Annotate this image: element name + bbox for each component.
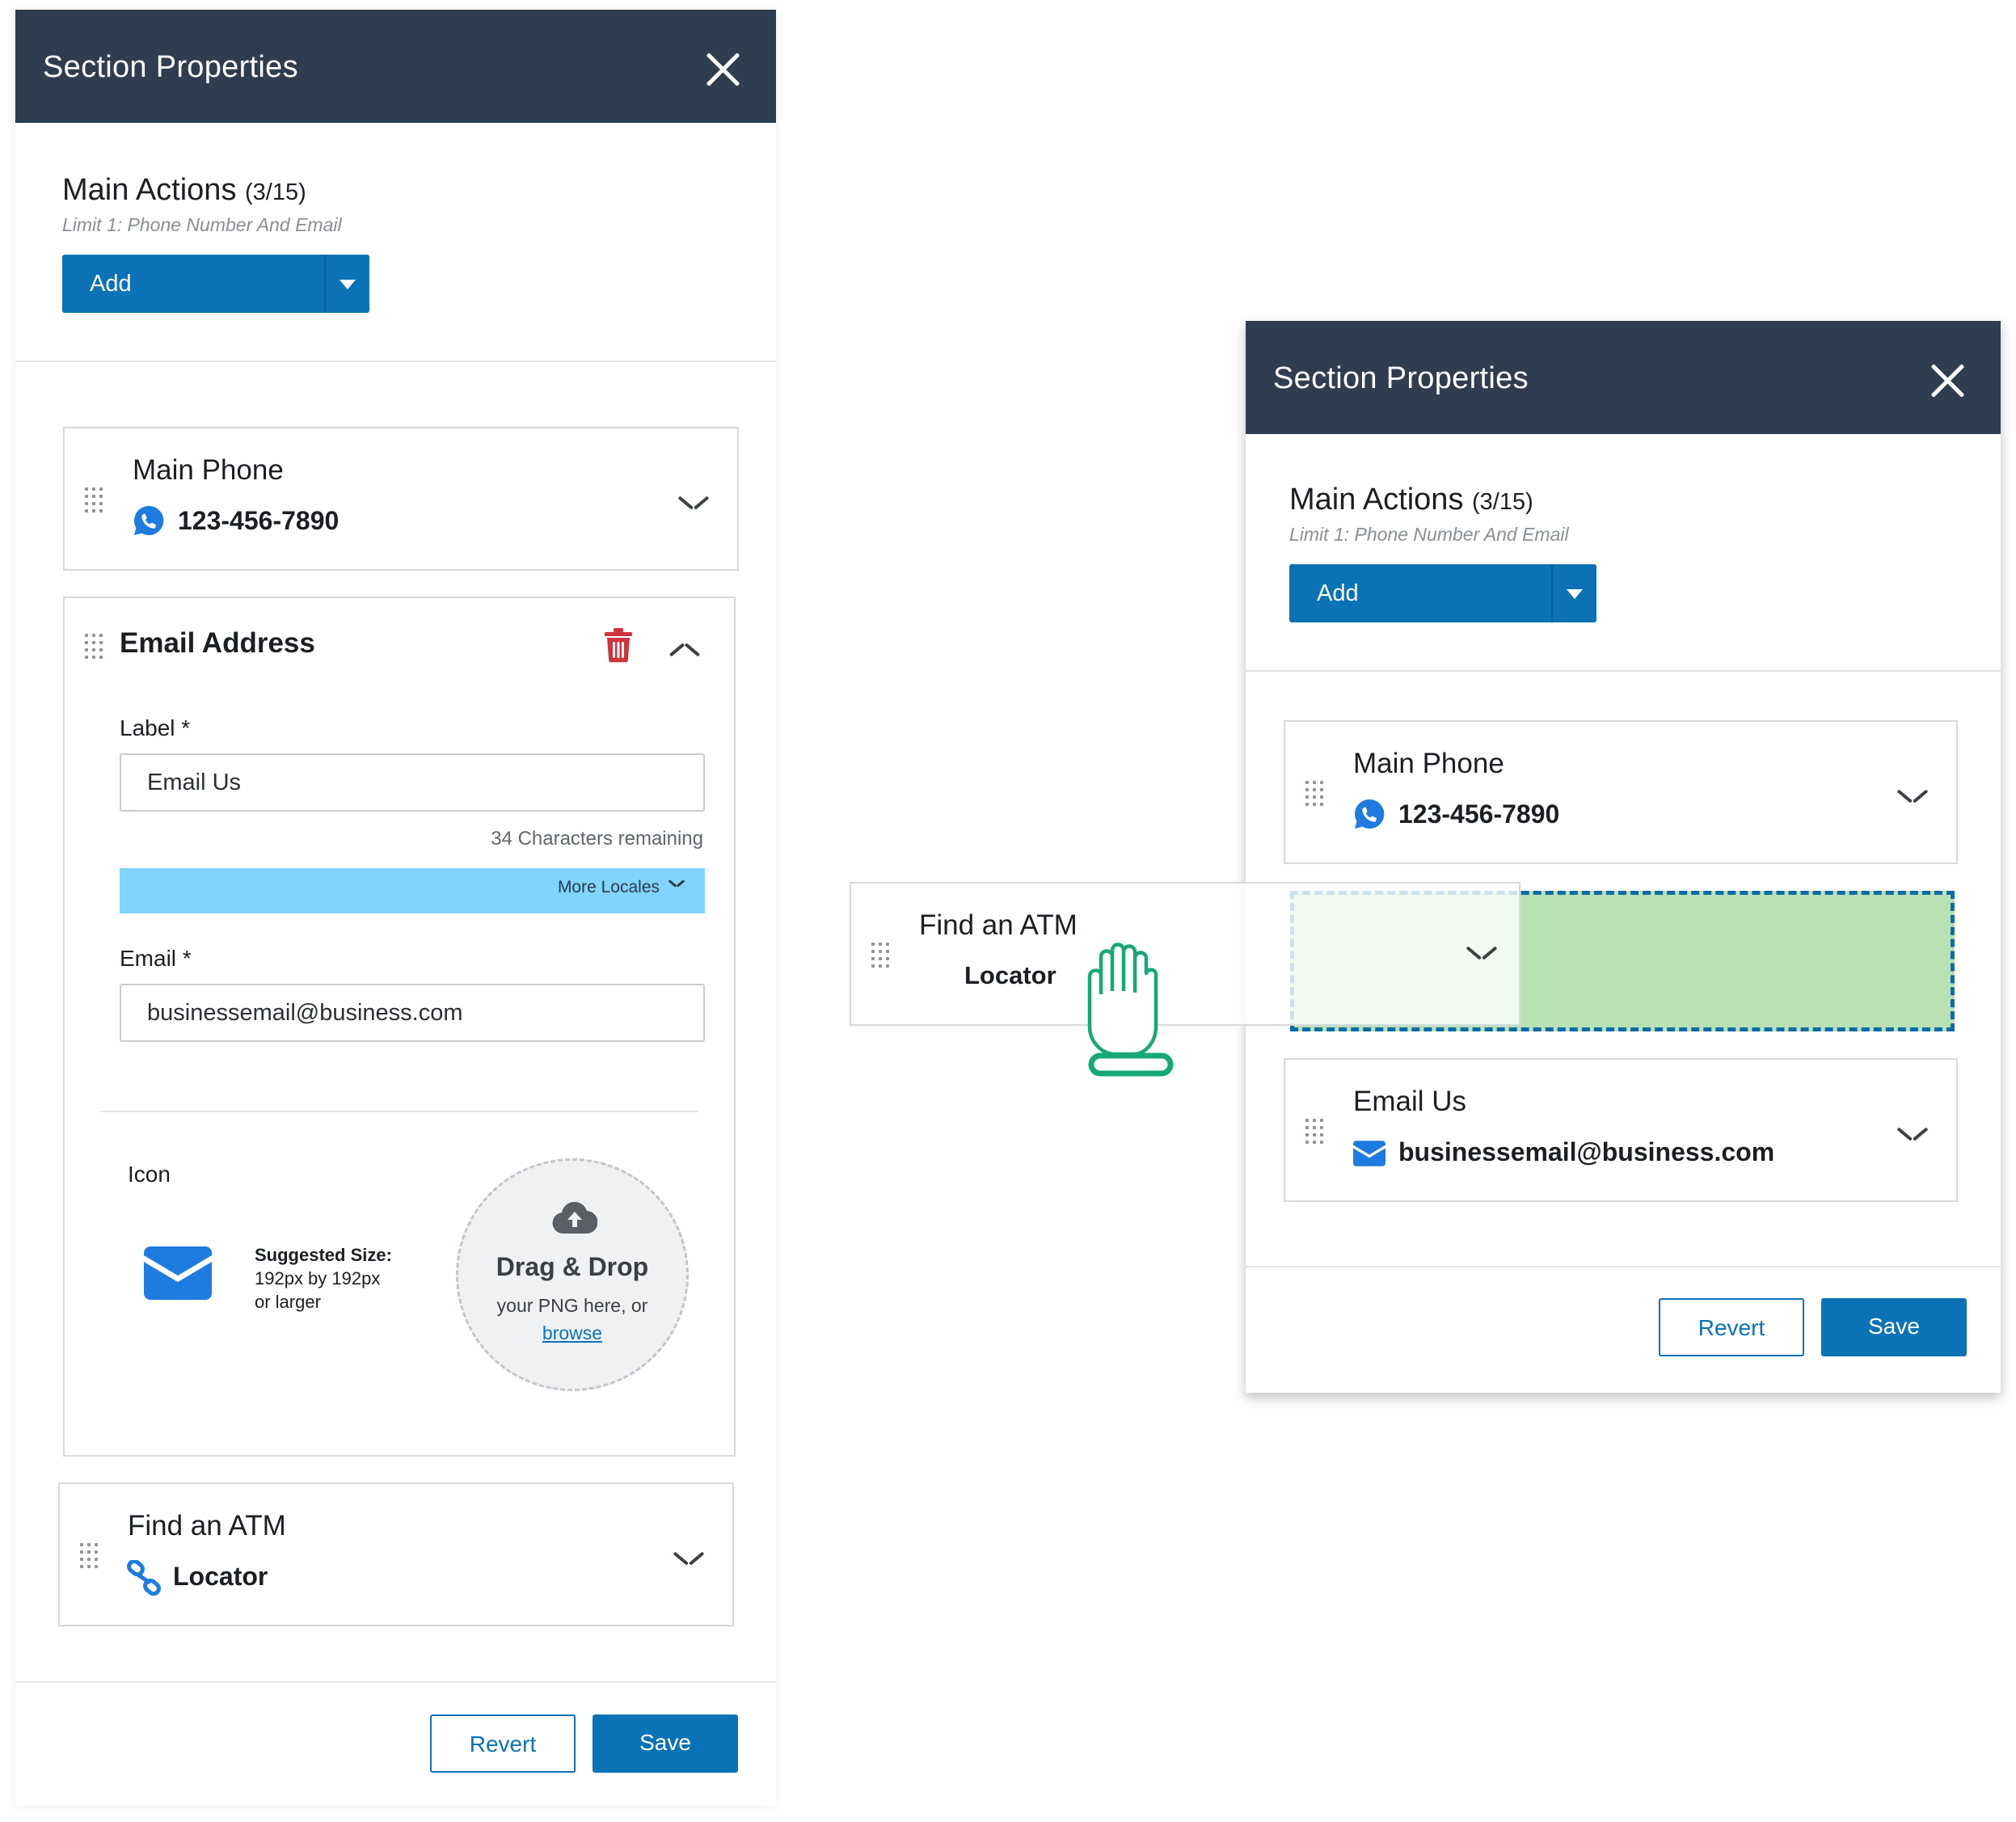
chevron-down-icon[interactable] [1898, 1126, 1927, 1144]
section-properties-panel-right: Section Properties Main Actions (3/15) L… [1246, 321, 2001, 1393]
footer-divider [15, 1681, 776, 1683]
whatsapp-phone-icon [133, 505, 164, 535]
caret-down-icon[interactable] [1567, 589, 1583, 599]
dragged-card[interactable]: Find an ATM Locator [850, 882, 1520, 1026]
main-actions-subtitle: Limit 1: Phone Number And Email [1289, 524, 1569, 545]
envelope-icon [1353, 1141, 1385, 1166]
panel-title: Section Properties [1273, 361, 1529, 395]
split-divider [1551, 564, 1553, 622]
label-field-label: Label * [120, 715, 191, 740]
drag-handle-icon[interactable] [80, 1543, 99, 1569]
atm-locator-value: Locator [173, 1562, 268, 1591]
main-phone-card[interactable]: Main Phone 123-456-7890 [1284, 720, 1958, 864]
revert-button[interactable]: Revert [1659, 1298, 1804, 1356]
characters-remaining: 34 Characters remaining [491, 828, 703, 850]
close-icon[interactable] [705, 52, 740, 87]
main-actions-label: Main Actions [62, 173, 237, 207]
drop-zone-title: Drag & Drop [496, 1252, 649, 1281]
browse-link[interactable]: browse [458, 1322, 686, 1344]
save-button[interactable]: Save [593, 1714, 738, 1773]
chevron-down-icon [669, 879, 684, 889]
caret-down-icon[interactable] [340, 280, 356, 289]
chevron-down-icon[interactable] [1467, 945, 1496, 963]
cloud-upload-icon [552, 1201, 597, 1234]
section-properties-panel-left: Section Properties Main Actions (3/15) L… [15, 10, 776, 1806]
chevron-down-icon[interactable] [679, 495, 708, 512]
email-value: businessemail@business.com [1398, 1137, 1775, 1166]
drag-handle-icon[interactable] [85, 634, 104, 660]
section-divider [1246, 670, 2001, 672]
email-us-card[interactable]: Email Us businessemail@business.com [1284, 1058, 1958, 1202]
dragged-card-value: Locator [964, 961, 1057, 989]
field-divider [100, 1111, 698, 1112]
close-icon[interactable] [1930, 363, 1965, 399]
drag-handle-icon[interactable] [85, 487, 104, 513]
save-label: Save [1868, 1314, 1920, 1339]
whatsapp-phone-icon [1354, 799, 1385, 829]
suggested-size-heading: Suggested Size: [255, 1245, 392, 1265]
chain-link-icon [127, 1560, 161, 1596]
phone-number: 123-456-7890 [1398, 799, 1560, 829]
icon-field-label: Icon [128, 1162, 171, 1187]
main-phone-card[interactable]: Main Phone 123-456-7890 [63, 427, 739, 571]
chevron-down-icon[interactable] [1898, 788, 1927, 806]
revert-button[interactable]: Revert [430, 1714, 576, 1773]
revert-label: Revert [469, 1731, 537, 1757]
drag-handle-icon[interactable] [871, 943, 891, 968]
main-actions-title: Main Actions (3/15) [1289, 483, 1533, 517]
suggested-size-line2: or larger [255, 1292, 321, 1312]
envelope-icon [144, 1246, 212, 1300]
panel-header: Section Properties [1246, 321, 2001, 434]
more-locales-label: More Locales [557, 878, 660, 896]
icon-drop-zone[interactable]: Drag & Drop your PNG here, or browse [456, 1158, 689, 1391]
main-actions-title: Main Actions (3/15) [62, 173, 306, 208]
save-button[interactable]: Save [1821, 1298, 1967, 1356]
email-input[interactable] [120, 984, 705, 1042]
split-divider [324, 255, 326, 313]
card-title: Email Us [1353, 1086, 1467, 1117]
main-actions-label: Main Actions [1289, 483, 1464, 517]
card-title: Main Phone [133, 454, 284, 486]
phone-number: 123-456-7890 [178, 506, 340, 535]
section-divider [15, 361, 776, 362]
chevron-down-icon[interactable] [674, 1550, 703, 1568]
find-atm-card[interactable]: Find an ATM Locator [58, 1482, 734, 1626]
suggested-size-line1: 192px by 192px [255, 1268, 381, 1288]
add-split-button[interactable]: Add [1289, 564, 1596, 622]
panel-header: Section Properties [15, 10, 776, 123]
label-input[interactable] [120, 753, 705, 812]
main-actions-subtitle: Limit 1: Phone Number And Email [62, 214, 342, 235]
trash-icon[interactable] [604, 627, 633, 663]
add-split-button[interactable]: Add [62, 255, 369, 313]
more-locales-button[interactable]: More Locales [120, 868, 705, 913]
email-address-card: Email Address Label * 34 Characters rema… [63, 597, 736, 1457]
card-title: Email Address [120, 627, 315, 659]
card-title: Find an ATM [128, 1510, 286, 1542]
drag-handle-icon[interactable] [1305, 781, 1325, 807]
email-field-label: Email * [120, 946, 192, 971]
grab-hand-icon [1087, 943, 1174, 1077]
add-button-label: Add [1317, 580, 1359, 606]
drop-zone-subtitle: your PNG here, or [496, 1295, 648, 1316]
card-title: Find an ATM [919, 909, 1078, 941]
footer-divider [1246, 1266, 2001, 1267]
add-button-label: Add [90, 271, 132, 297]
panel-title: Section Properties [43, 50, 298, 84]
chevron-up-icon[interactable] [670, 639, 699, 656]
save-label: Save [639, 1730, 691, 1755]
revert-label: Revert [1698, 1315, 1765, 1340]
drag-handle-icon[interactable] [1305, 1119, 1325, 1145]
main-actions-count: (3/15) [1472, 489, 1533, 515]
main-actions-count: (3/15) [245, 179, 306, 205]
card-title: Main Phone [1353, 748, 1504, 779]
